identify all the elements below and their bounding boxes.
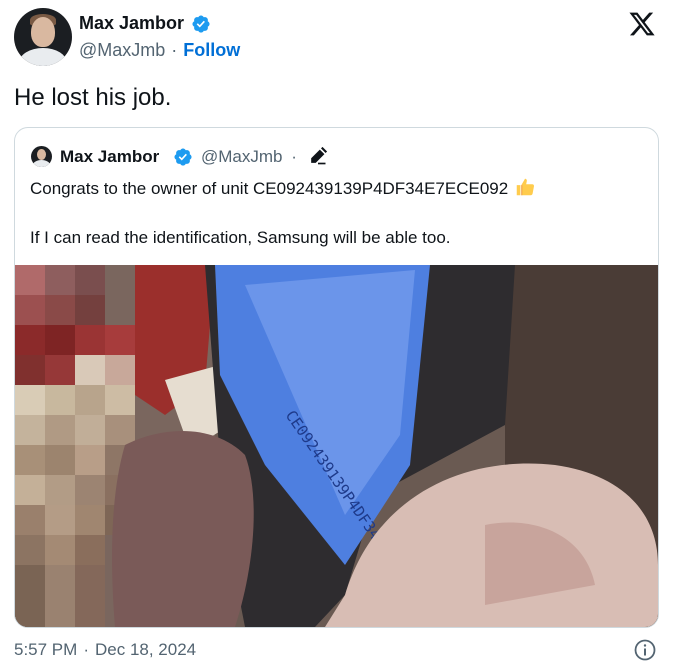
quoted-tweet[interactable]: Max Jambor @MaxJmb · Congrats to the own…	[14, 127, 659, 628]
follow-link[interactable]: Follow	[183, 40, 240, 60]
thumbs-up-emoji-icon	[516, 178, 535, 196]
tweet-text: He lost his job.	[14, 84, 172, 111]
author-avatar[interactable]	[14, 8, 72, 66]
separator-dot: ·	[291, 147, 297, 166]
x-logo-icon[interactable]	[628, 10, 656, 38]
info-icon[interactable]	[633, 638, 657, 662]
quoted-text: Congrats to the owner of unit CE09243913…	[30, 179, 509, 198]
pencil-icon	[311, 146, 328, 165]
quoted-author-handle: @MaxJmb	[201, 147, 283, 166]
handle-line: @MaxJmb · Follow	[79, 40, 240, 61]
author-handle[interactable]: @MaxJmb	[79, 40, 165, 60]
quoted-photo[interactable]: CE092439139P4DF34E7ECE	[15, 265, 658, 627]
verified-badge-icon	[174, 148, 192, 166]
quoted-author-name: Max Jambor	[60, 147, 160, 166]
author-name[interactable]: Max Jambor	[79, 13, 184, 34]
quoted-text-line-1: Congrats to the owner of unit CE09243913…	[30, 176, 536, 199]
separator-dot: ·	[83, 640, 89, 659]
date: Dec 18, 2024	[94, 640, 197, 659]
verified-badge-icon	[192, 15, 210, 33]
quoted-handle-line: @MaxJmb ·	[201, 147, 297, 167]
time: 5:57 PM	[14, 640, 78, 659]
timestamp[interactable]: 5:57 PM · Dec 18, 2024	[14, 640, 196, 660]
quoted-text-line-2: If I can read the identification, Samsun…	[30, 228, 451, 247]
tweet-header: Max Jambor @MaxJmb · Follow	[14, 8, 662, 68]
quoted-author-avatar	[31, 146, 52, 167]
separator-dot: ·	[171, 40, 178, 60]
